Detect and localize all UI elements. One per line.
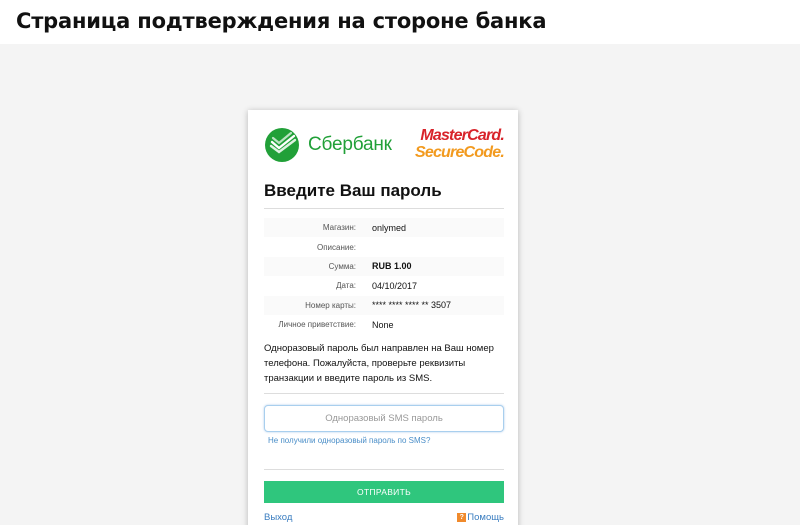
detail-row-description: Описание: bbox=[264, 237, 504, 256]
detail-row-date: Дата: 04/10/2017 bbox=[264, 276, 504, 295]
detail-label: Магазин: bbox=[322, 223, 356, 233]
detail-row-merchant: Магазин: onlymed bbox=[264, 218, 504, 238]
detail-value: **** **** **** ** 3507 bbox=[372, 300, 452, 311]
mastercard-securecode-logo: MasterCard. SecureCode. bbox=[414, 127, 505, 161]
sberbank-name: Сбербанк bbox=[308, 134, 392, 155]
divider bbox=[264, 469, 504, 470]
help-icon: ? bbox=[457, 513, 467, 522]
detail-label: Описание: bbox=[316, 242, 356, 252]
detail-row-card-number: Номер карты: **** **** **** ** 3507 bbox=[264, 295, 504, 315]
detail-value: onlymed bbox=[372, 222, 407, 233]
detail-label: Сумма: bbox=[328, 261, 356, 271]
page-background: Сбербанк MasterCard. SecureCode. Введите… bbox=[0, 44, 800, 525]
divider bbox=[264, 393, 504, 394]
otp-info-text: Одноразовый пароль был направлен на Ваш … bbox=[264, 343, 494, 384]
sberbank-emblem-icon bbox=[265, 128, 299, 162]
bank-confirmation-card: Сбербанк MasterCard. SecureCode. Введите… bbox=[248, 110, 518, 525]
detail-label: Номер карты: bbox=[305, 300, 356, 310]
detail-row-greeting: Личное приветствие: None bbox=[264, 315, 504, 334]
divider bbox=[264, 208, 504, 209]
otp-password-input[interactable] bbox=[264, 405, 504, 432]
mastercard-text: MasterCard. bbox=[420, 127, 504, 144]
help-link[interactable]: ? Помощь bbox=[457, 512, 504, 523]
securecode-text: SecureCode. bbox=[414, 144, 505, 161]
detail-label: Дата: bbox=[336, 281, 356, 291]
transaction-details: Магазин: onlymed Описание: Сумма: RUB 1.… bbox=[264, 218, 504, 334]
detail-label: Личное приветствие: bbox=[278, 320, 356, 330]
detail-value: RUB 1.00 bbox=[372, 261, 412, 272]
exit-link[interactable]: Выход bbox=[264, 512, 292, 523]
detail-value: 04/10/2017 bbox=[372, 280, 418, 291]
detail-row-amount: Сумма: RUB 1.00 bbox=[264, 256, 504, 277]
form-title: Введите Ваш пароль bbox=[264, 181, 442, 200]
page-heading: Страница подтверждения на стороне банка bbox=[16, 9, 547, 33]
submit-button[interactable]: ОТПРАВИТЬ bbox=[264, 481, 504, 503]
resend-otp-link[interactable]: Не получили одноразовый пароль по SMS? bbox=[268, 436, 430, 445]
detail-value: None bbox=[372, 319, 394, 330]
help-label: Помощь bbox=[467, 512, 504, 523]
sberbank-logo: Сбербанк bbox=[264, 127, 392, 163]
